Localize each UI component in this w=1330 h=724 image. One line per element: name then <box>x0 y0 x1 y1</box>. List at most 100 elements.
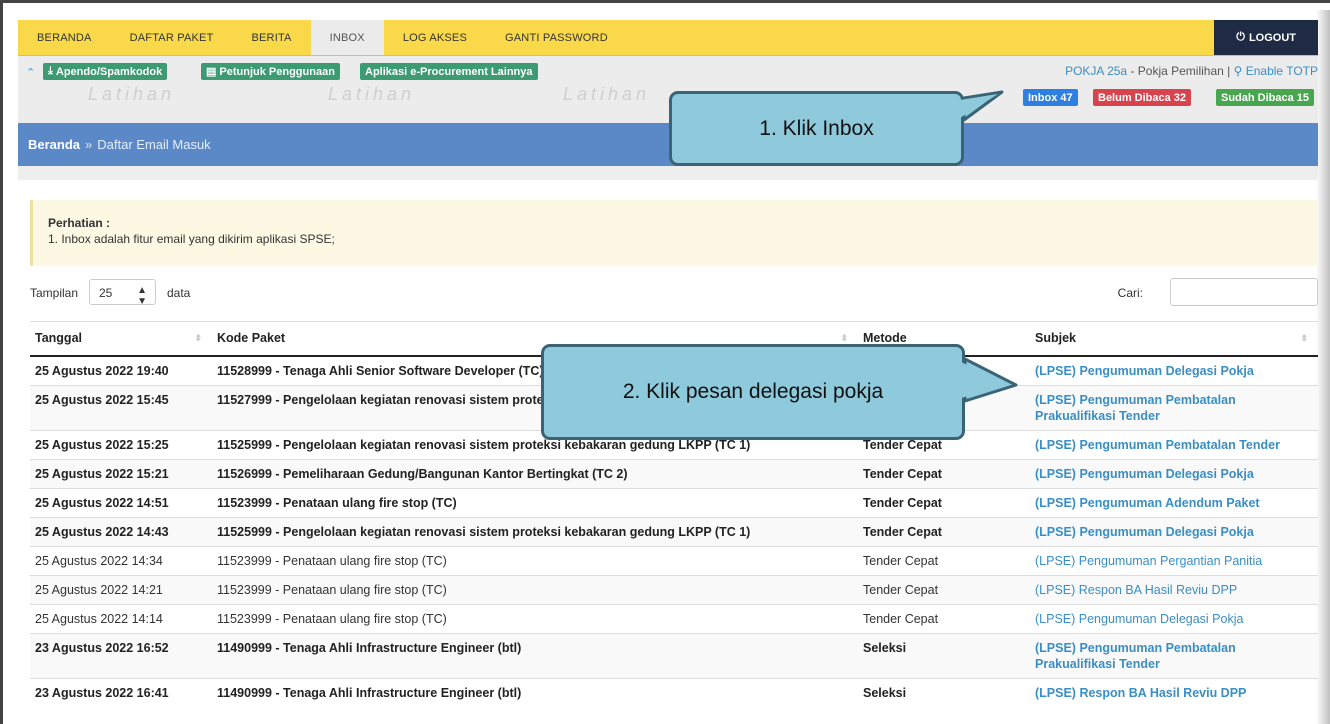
kode-paket: 11526999 <box>217 466 272 481</box>
cell-subjek[interactable]: (LPSE) Pengumuman Pembatalan Prakualifik… <box>1030 632 1318 678</box>
inbox-badge[interactable]: Inbox 47 <box>1023 89 1078 106</box>
cell-subjek[interactable]: (LPSE) Pengumuman Adendum Paket <box>1030 487 1318 517</box>
nav-ganti-password[interactable]: GANTI PASSWORD <box>486 20 627 55</box>
nama-paket: Penataan ulang fire stop (TC) <box>282 553 447 568</box>
top-nav: BERANDA DAFTAR PAKET BERITA INBOX LOG AK… <box>18 20 1318 56</box>
cell-kode-paket: 11525999 - Pengelolaan kegiatan renovasi… <box>212 516 858 546</box>
logout-button[interactable]: ⏻ LOGOUT <box>1214 20 1318 55</box>
watermark: Latihan <box>563 84 651 104</box>
sort-icon: ⬍ <box>194 333 202 343</box>
cell-kode-paket: 11490999 - Tenaga Ahli Infrastructure En… <box>212 677 858 707</box>
cell-metode: Seleksi <box>858 632 1030 678</box>
table-row[interactable]: 25 Agustus 2022 14:34 11523999 - Penataan… <box>30 545 1318 575</box>
table-row[interactable]: 25 Agustus 2022 15:21 11526999 - Pemeliha… <box>30 458 1318 488</box>
callout-step1: 1. Klik Inbox <box>669 90 1004 166</box>
power-icon: ⏻ <box>1236 31 1245 43</box>
cell-metode: Seleksi <box>858 677 1030 707</box>
cell-tanggal: 25 Agustus 2022 14:34 <box>30 545 212 575</box>
breadcrumb-separator: » <box>85 137 93 152</box>
kode-paket: 11528999 <box>217 363 272 378</box>
page-size-value: 25 <box>99 286 113 300</box>
read-badge[interactable]: Sudah Dibaca 15 <box>1216 89 1315 106</box>
cell-subjek[interactable]: (LPSE) Respon BA Hasil Reviu DPP <box>1030 677 1318 707</box>
kode-separator: - <box>271 363 284 378</box>
nama-paket: Tenaga Ahli Infrastructure Engineer (btl… <box>283 685 522 700</box>
cell-subjek[interactable]: (LPSE) Pengumuman Pembatalan Prakualifik… <box>1030 384 1318 430</box>
nav-daftar-paket[interactable]: DAFTAR PAKET <box>111 20 233 55</box>
sub-bar: ⌃ ⤓ Apendo/Spamkodok ▤ Petunjuk Pengguna… <box>18 56 1318 123</box>
search-input[interactable] <box>1170 278 1318 306</box>
cell-metode: Tender Cepat <box>858 458 1030 488</box>
aplikasi-link[interactable]: Aplikasi e-Procurement Lainnya <box>360 63 538 80</box>
nav-berita[interactable]: BERITA <box>232 20 310 55</box>
table-row[interactable]: 25 Agustus 2022 14:51 11523999 - Penataan… <box>30 487 1318 517</box>
petunjuk-link[interactable]: ▤ Petunjuk Penggunaan <box>201 63 340 80</box>
totp-link[interactable]: Enable TOTP <box>1246 64 1318 78</box>
nav-log-akses[interactable]: LOG AKSES <box>384 20 486 55</box>
kode-separator: - <box>271 611 283 626</box>
frame-shadow <box>1316 10 1330 724</box>
nav-inbox[interactable]: INBOX <box>310 20 384 55</box>
cell-tanggal: 23 Agustus 2022 16:41 <box>30 677 212 707</box>
cell-tanggal: 25 Agustus 2022 14:14 <box>30 603 212 633</box>
cell-tanggal: 25 Agustus 2022 14:51 <box>30 487 212 517</box>
kode-separator: - <box>271 685 284 700</box>
cell-subjek[interactable]: (LPSE) Pengumuman Pergantian Panitia <box>1030 545 1318 575</box>
cell-subjek[interactable]: (LPSE) Respon BA Hasil Reviu DPP <box>1030 574 1318 604</box>
header-tanggal[interactable]: Tanggal ⬍ <box>30 321 212 357</box>
cell-tanggal: 25 Agustus 2022 14:21 <box>30 574 212 604</box>
gray-band <box>18 166 1318 180</box>
page-size-select[interactable]: 25 ▲ ▼ <box>89 279 156 307</box>
show-label: Tampilan <box>30 286 79 300</box>
cell-kode-paket: 11523999 - Penataan ulang fire stop (TC) <box>212 545 858 575</box>
kode-paket: 11523999 <box>217 611 272 626</box>
cell-metode: Tender Cepat <box>858 516 1030 546</box>
search-label: Cari: <box>1117 286 1143 300</box>
cell-subjek[interactable]: (LPSE) Pengumuman Delegasi Pokja <box>1030 355 1318 385</box>
cell-tanggal: 25 Agustus 2022 15:25 <box>30 429 212 459</box>
nama-paket: Penataan ulang fire stop (TC) <box>282 611 447 626</box>
header-subjek[interactable]: Subjek ⬍ <box>1030 321 1318 357</box>
table-row[interactable]: 25 Agustus 2022 14:14 11523999 - Penataan… <box>30 603 1318 633</box>
collapse-chevron-icon[interactable]: ⌃ <box>26 66 35 79</box>
table-row[interactable]: 23 Agustus 2022 16:52 11490999 - Tenaga A… <box>30 632 1318 678</box>
cell-subjek[interactable]: (LPSE) Pengumuman Delegasi Pokja <box>1030 516 1318 546</box>
unread-badge[interactable]: Belum Dibaca 32 <box>1093 89 1192 106</box>
kode-paket: 11525999 <box>217 437 272 452</box>
user-link[interactable]: POKJA 25a <box>1065 64 1127 78</box>
cell-tanggal: 25 Agustus 2022 15:21 <box>30 458 212 488</box>
breadcrumb: Beranda » Daftar Email Masuk <box>18 123 1318 166</box>
breadcrumb-home[interactable]: Beranda <box>28 137 80 152</box>
nav-beranda[interactable]: BERANDA <box>18 20 111 55</box>
cell-metode: Tender Cepat <box>858 545 1030 575</box>
notice-line: 1. Inbox adalah fitur email yang dikirim… <box>48 232 335 246</box>
kode-paket: 11523999 <box>217 553 272 568</box>
kode-paket: 11490999 <box>217 640 272 655</box>
table-row[interactable]: 23 Agustus 2022 16:41 11490999 - Tenaga A… <box>30 677 1318 707</box>
cell-kode-paket: 11523999 - Penataan ulang fire stop (TC) <box>212 487 858 517</box>
cell-tanggal: 25 Agustus 2022 14:43 <box>30 516 212 546</box>
cell-kode-paket: 11490999 - Tenaga Ahli Infrastructure En… <box>212 632 858 678</box>
nama-paket: Tenaga Ahli Senior Software Developer (T… <box>283 363 544 378</box>
cell-subjek[interactable]: (LPSE) Pengumuman Pembatalan Tender <box>1030 429 1318 459</box>
table-row[interactable]: 25 Agustus 2022 14:21 11523999 - Penataan… <box>30 574 1318 604</box>
cell-kode-paket: 11523999 - Penataan ulang fire stop (TC) <box>212 574 858 604</box>
nama-paket: Pemeliharaan Gedung/Bangunan Kantor Bert… <box>283 466 628 481</box>
table-row[interactable]: 25 Agustus 2022 14:43 11525999 - Pengelol… <box>30 516 1318 546</box>
cell-tanggal: 23 Agustus 2022 16:52 <box>30 632 212 678</box>
kode-separator: - <box>271 466 284 481</box>
watermark: Latihan <box>328 84 416 104</box>
cell-subjek[interactable]: (LPSE) Pengumuman Delegasi Pokja <box>1030 458 1318 488</box>
totp-key-icon[interactable]: ⚲ <box>1234 64 1246 78</box>
kode-separator: - <box>271 437 284 452</box>
book-icon: ▤ <box>206 66 217 78</box>
cell-subjek[interactable]: (LPSE) Pengumuman Delegasi Pokja <box>1030 603 1318 633</box>
data-label: data <box>167 286 191 300</box>
watermark: Latihan <box>88 84 176 104</box>
select-arrows-icon: ▲ ▼ <box>137 285 147 307</box>
kode-separator: - <box>271 582 283 597</box>
nama-paket: Tenaga Ahli Infrastructure Engineer (btl… <box>283 640 522 655</box>
cell-metode: Tender Cepat <box>858 574 1030 604</box>
apendo-link[interactable]: ⤓ Apendo/Spamkodok <box>43 63 168 80</box>
callout-step2-pointer <box>961 357 1018 403</box>
